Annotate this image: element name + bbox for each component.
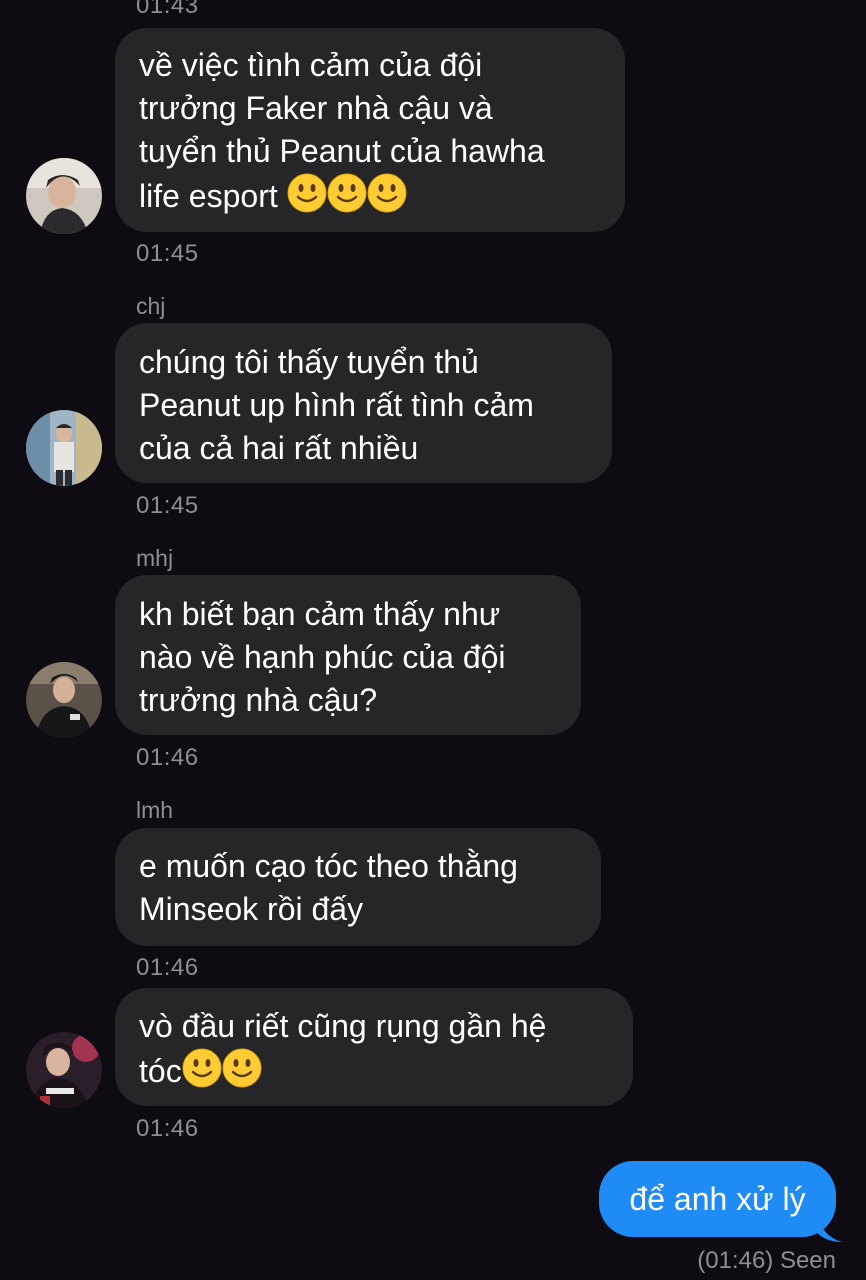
slightly-smiling-face-emoji <box>222 1048 262 1099</box>
message-line: trưởng nhà cậu? <box>139 682 378 718</box>
message-line: tuyển thủ Peanut của hawha <box>139 133 545 169</box>
outgoing-message-bubble[interactable]: để anh xử lý <box>599 1161 836 1237</box>
timestamp: 01:46 <box>136 744 199 771</box>
sender-name: mhj <box>136 545 174 571</box>
timestamp: 01:46 <box>136 1115 199 1142</box>
chat-screen: 01:43 về việc tình cảm của đội trưởng Fa… <box>0 0 866 1280</box>
seen-status: (01:46) Seen <box>697 1247 836 1274</box>
message-line: e muốn cạo tóc theo thằng <box>139 848 518 884</box>
message-bubble[interactable]: về việc tình cảm của đội trưởng Faker nh… <box>115 28 625 232</box>
slightly-smiling-face-emoji <box>367 173 407 224</box>
timestamp: 01:45 <box>136 492 199 519</box>
slightly-smiling-face-emoji <box>287 173 327 224</box>
message-line: về việc tình cảm của đội <box>139 47 483 83</box>
message-line: kh biết bạn cảm thấy như <box>139 596 501 632</box>
outgoing-message-text: để anh xử lý <box>629 1181 806 1217</box>
timestamp: 01:43 <box>136 0 199 19</box>
slightly-smiling-face-emoji <box>182 1048 222 1099</box>
sender-name: chj <box>136 293 166 319</box>
bubble-tail-icon <box>818 1216 842 1242</box>
message-bubble[interactable]: vò đầu riết cũng rụng gần hệ tóc <box>115 988 633 1106</box>
avatar[interactable] <box>26 410 102 486</box>
message-line: tóc <box>139 1053 182 1089</box>
message-bubble[interactable]: e muốn cạo tóc theo thằng Minseok rồi đấ… <box>115 828 601 946</box>
avatar[interactable] <box>26 158 102 234</box>
sender-name: lmh <box>136 797 174 823</box>
message-line: chúng tôi thấy tuyển thủ <box>139 344 479 380</box>
message-line: vò đầu riết cũng rụng gần hệ <box>139 1008 547 1044</box>
avatar[interactable] <box>26 662 102 738</box>
message-line: Minseok rồi đấy <box>139 891 364 927</box>
message-line: nào về hạnh phúc của đội <box>139 639 506 675</box>
timestamp: 01:46 <box>136 954 199 981</box>
timestamp: 01:45 <box>136 240 199 267</box>
avatar[interactable] <box>26 1032 102 1108</box>
message-line: Peanut up hình rất tình cảm <box>139 387 534 423</box>
message-bubble[interactable]: kh biết bạn cảm thấy như nào về hạnh phú… <box>115 575 581 735</box>
message-line: trưởng Faker nhà cậu và <box>139 90 493 126</box>
message-line: life esport <box>139 178 278 214</box>
message-line: của cả hai rất nhiều <box>139 430 419 466</box>
slightly-smiling-face-emoji <box>327 173 367 224</box>
message-bubble[interactable]: chúng tôi thấy tuyển thủ Peanut up hình … <box>115 323 612 483</box>
